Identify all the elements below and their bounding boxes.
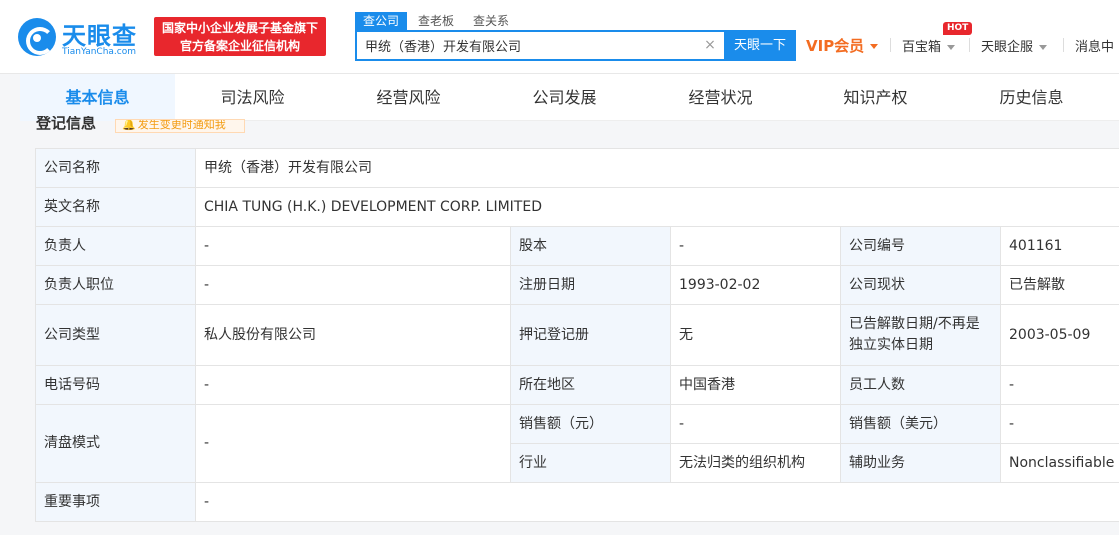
company-name-label: 公司名称 <box>35 148 196 188</box>
table-row: 重要事项 - <box>35 482 1119 522</box>
table-row: 清盘模式 - 销售额（元） - 销售额（美元） - <box>35 404 1119 483</box>
tab-history-info[interactable]: 历史信息 <box>954 74 1109 121</box>
sales-cny-label: 销售额（元） <box>510 404 671 444</box>
phone-label: 电话号码 <box>35 365 196 405</box>
english-name-label: 英文名称 <box>35 187 196 227</box>
company-no-label: 公司编号 <box>840 226 1001 266</box>
charge-label: 押记登记册 <box>510 304 671 366</box>
staff-value: - <box>1000 365 1119 405</box>
liquidation-label: 清盘模式 <box>35 404 196 483</box>
search-tab-boss[interactable]: 查老板 <box>410 12 462 30</box>
nav-divider <box>890 38 891 52</box>
tab-operation-status[interactable]: 经营状况 <box>643 74 798 121</box>
nav-divider <box>969 38 970 52</box>
search-tab-relation[interactable]: 查关系 <box>465 12 517 30</box>
company-name-value: 甲统（香港）开发有限公司 <box>195 148 1119 188</box>
liquidation-value: - <box>195 404 511 483</box>
status-label: 公司现状 <box>840 265 1001 305</box>
reg-date-label: 注册日期 <box>510 265 671 305</box>
fund-badge-line2: 官方备案企业征信机构 <box>179 39 300 53</box>
english-name-value: CHIA TUNG (H.K.) DEVELOPMENT CORP. LIMIT… <box>195 187 1119 227</box>
tab-operation-risk[interactable]: 经营风险 <box>331 74 486 121</box>
logo-eye-icon <box>18 18 56 56</box>
chevron-down-icon <box>870 44 879 49</box>
sales-usd-label: 销售额（美元） <box>840 404 1001 444</box>
logo[interactable]: 天眼查 TianYanCha.com <box>18 16 144 60</box>
type-label: 公司类型 <box>35 304 196 366</box>
capital-value: - <box>670 226 841 266</box>
search-button[interactable]: 天眼一下 <box>724 30 796 61</box>
industry-value: 无法归类的组织机构 <box>670 443 841 483</box>
phone-value: - <box>195 365 511 405</box>
baibaoxiang-menu[interactable]: 百宝箱 <box>902 36 956 55</box>
chevron-down-icon <box>1039 45 1048 50</box>
logo-subtitle: TianYanCha.com <box>62 47 137 57</box>
messages-menu[interactable]: 消息中 <box>1075 36 1114 55</box>
section-title: 登记信息 <box>36 116 97 130</box>
person-label: 负责人 <box>35 226 196 266</box>
notify-button[interactable]: 🔔 发生变更时通知我 <box>115 119 245 133</box>
notify-label: 发生变更时通知我 <box>137 119 226 131</box>
registration-info-table: 公司名称 甲统（香港）开发有限公司 英文名称 CHIA TUNG (H.K.) … <box>35 148 1119 522</box>
type-value: 私人股份有限公司 <box>195 304 511 366</box>
nav-divider <box>1063 38 1064 52</box>
tab-intellectual-property[interactable]: 知识产权 <box>798 74 953 121</box>
important-matters-value: - <box>195 482 1119 522</box>
table-row: 负责人职位 - 注册日期 1993-02-02 公司现状 已告解散 <box>35 265 1119 305</box>
search-tab-company[interactable]: 查公司 <box>355 12 408 30</box>
important-matters-label: 重要事项 <box>35 482 196 522</box>
company-no-value: 401161 <box>1000 226 1119 266</box>
table-row: 英文名称 CHIA TUNG (H.K.) DEVELOPMENT CORP. … <box>35 187 1119 227</box>
hot-badge: HOT <box>943 22 973 35</box>
charge-value: 无 <box>670 304 841 366</box>
top-header: 天眼查 TianYanCha.com 国家中小企业发展子基金旗下 官方备案企业征… <box>0 0 1119 74</box>
tab-basic-info[interactable]: 基本信息 <box>20 74 175 121</box>
capital-label: 股本 <box>510 226 671 266</box>
tab-company-development[interactable]: 公司发展 <box>487 74 642 121</box>
baibaoxiang-label: 百宝箱 <box>902 40 942 55</box>
aux-business-value: Nonclassifiable es <box>1000 443 1119 483</box>
aux-business-label: 辅助业务 <box>840 443 1001 483</box>
table-row: 公司名称 甲统（香港）开发有限公司 <box>35 148 1119 188</box>
search-input[interactable] <box>357 32 697 59</box>
table-row: 电话号码 - 所在地区 中国香港 员工人数 - <box>35 365 1119 405</box>
tab-judicial-risk[interactable]: 司法风险 <box>175 74 330 121</box>
company-tabs: 基本信息 司法风险 经营风险 公司发展 经营状况 知识产权 历史信息 <box>20 74 1119 121</box>
person-position-label: 负责人职位 <box>35 265 196 305</box>
reg-date-value: 1993-02-02 <box>670 265 841 305</box>
vip-label: VIP会员 <box>806 37 865 55</box>
clear-icon[interactable]: × <box>702 37 718 53</box>
person-position-value: - <box>195 265 511 305</box>
person-value: - <box>195 226 511 266</box>
table-row: 公司类型 私人股份有限公司 押记登记册 无 已告解散日期/不再是独立实体日期 2… <box>35 304 1119 366</box>
sales-usd-value: - <box>1000 404 1119 444</box>
region-value: 中国香港 <box>670 365 841 405</box>
vip-menu[interactable]: VIP会员 <box>806 35 879 56</box>
sales-cny-value: - <box>670 404 841 444</box>
fund-badge-line1: 国家中小企业发展子基金旗下 <box>161 21 318 35</box>
enterprise-service-menu[interactable]: 天眼企服 <box>981 36 1048 55</box>
dissolve-date-value: 2003-05-09 <box>1000 304 1119 366</box>
dissolve-date-label: 已告解散日期/不再是独立实体日期 <box>840 304 1001 366</box>
status-value: 已告解散 <box>1000 265 1119 305</box>
fund-badge: 国家中小企业发展子基金旗下 官方备案企业征信机构 <box>154 17 326 56</box>
staff-label: 员工人数 <box>840 365 1001 405</box>
industry-label: 行业 <box>510 443 671 483</box>
search-box: × 天眼一下 <box>355 30 796 61</box>
region-label: 所在地区 <box>510 365 671 405</box>
enterprise-service-label: 天眼企服 <box>981 40 1034 55</box>
chevron-down-icon <box>947 45 956 50</box>
table-row: 负责人 - 股本 - 公司编号 401161 <box>35 226 1119 266</box>
bell-icon: 🔔 <box>122 119 136 131</box>
logo-name: 天眼查 <box>62 22 137 50</box>
